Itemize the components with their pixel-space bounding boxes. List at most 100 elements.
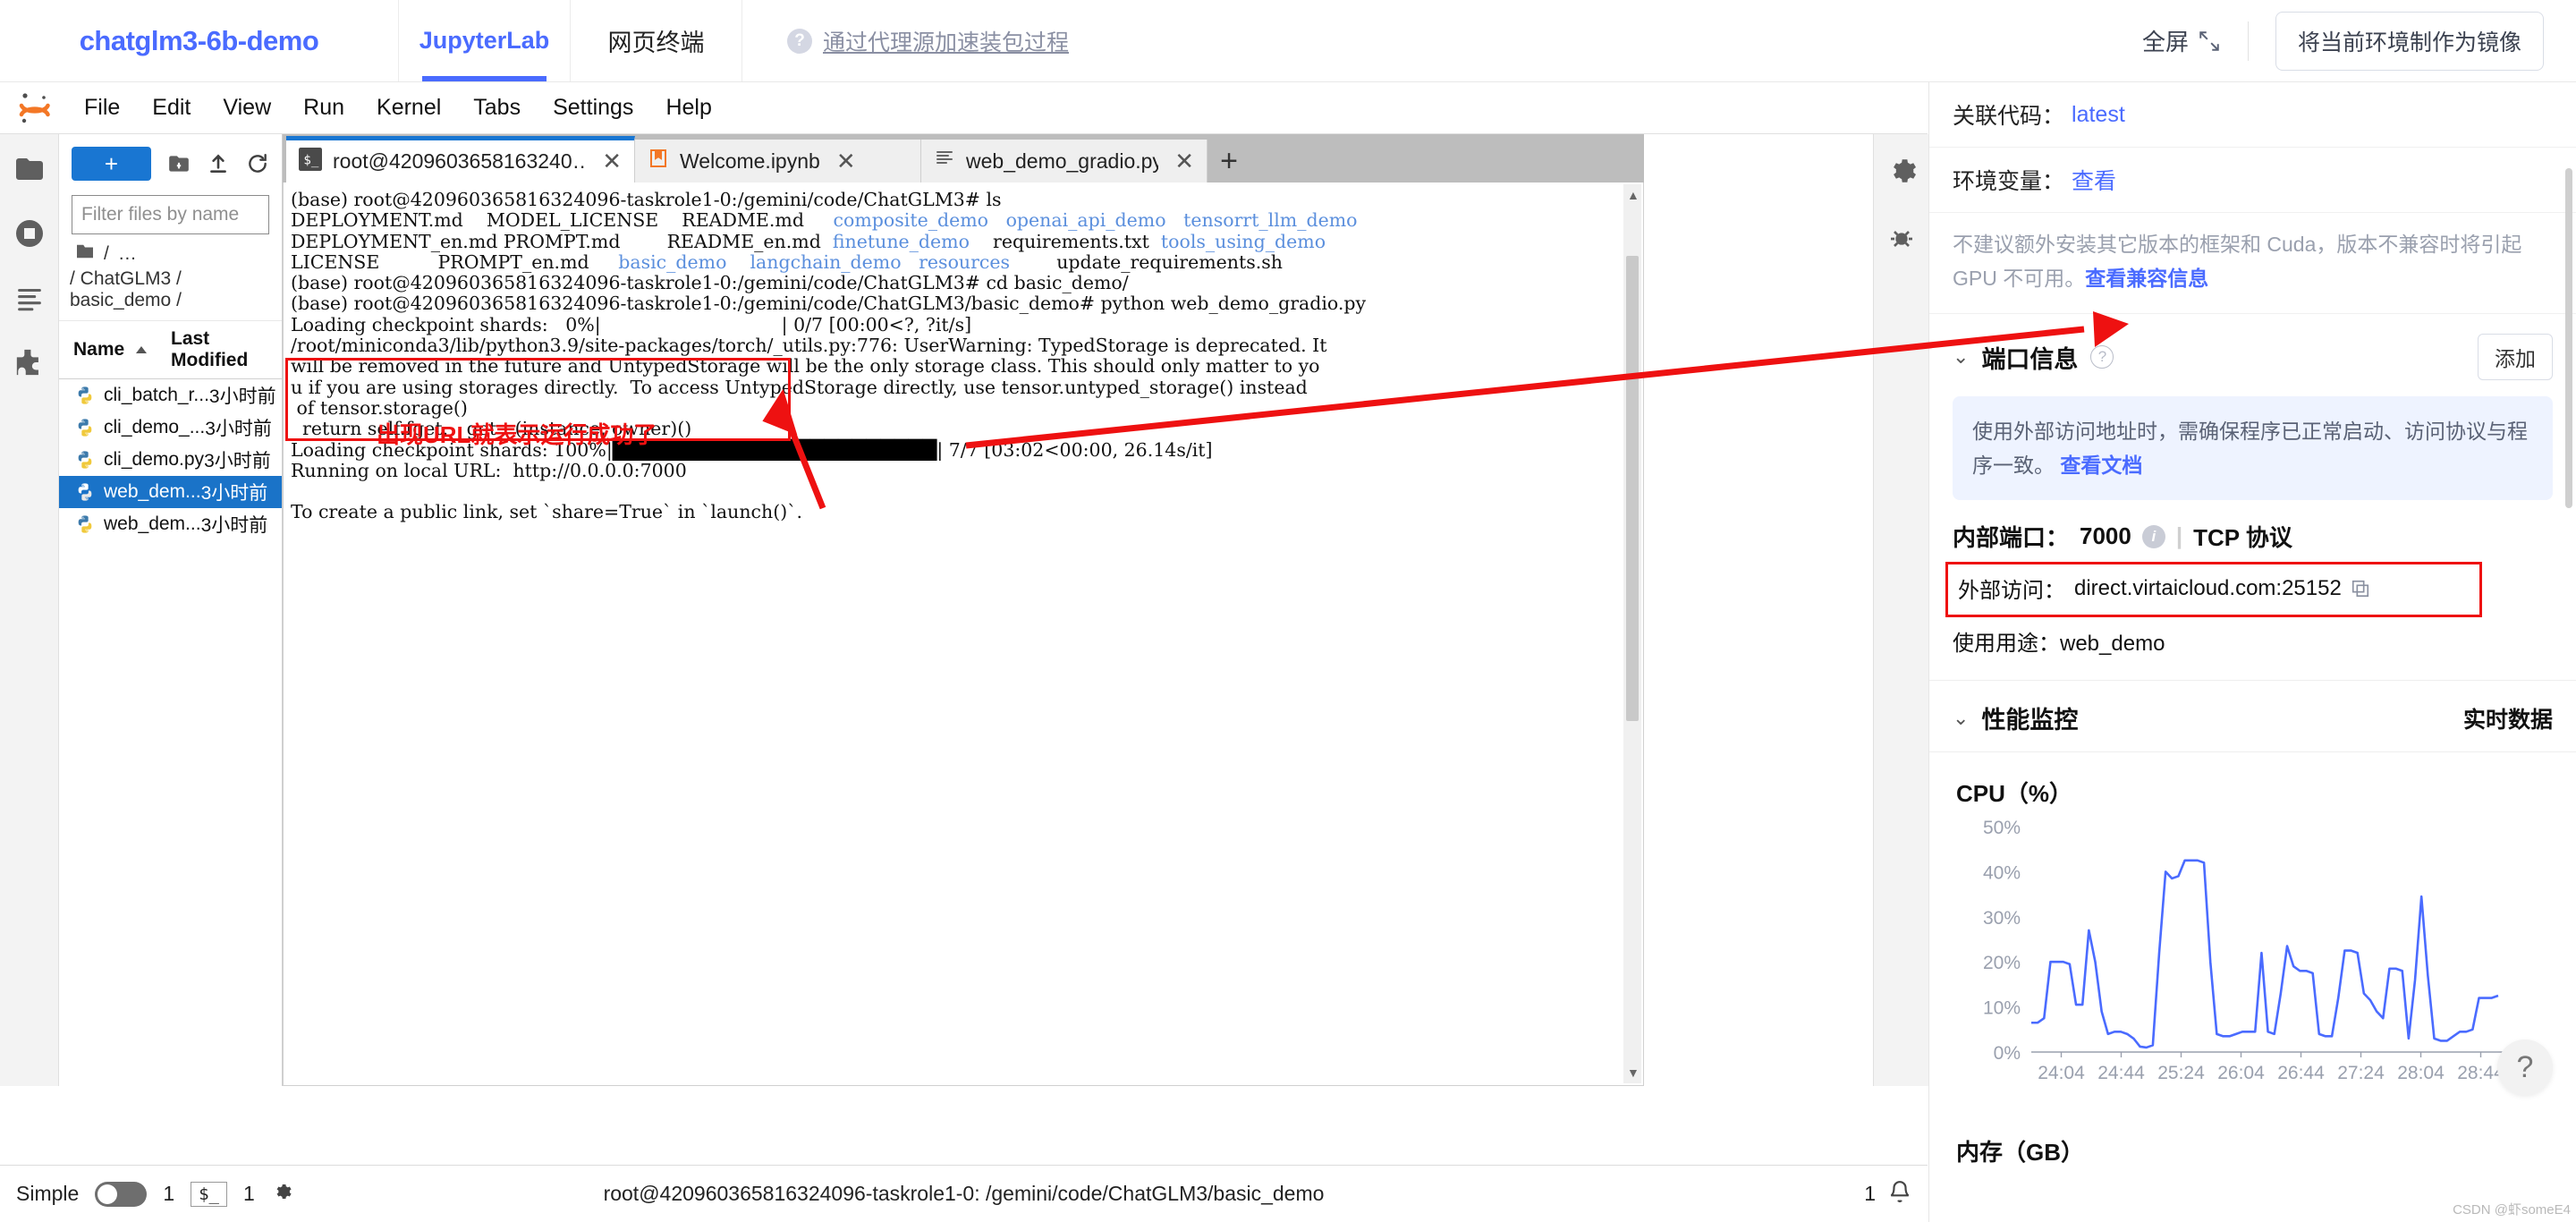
info-icon[interactable]: i: [2142, 525, 2165, 548]
terminal-line: DEPLOYMENT_en.md PROMPT.md README_en.md …: [291, 232, 1643, 252]
cpu-series-line: [2031, 861, 2498, 1048]
upload-icon[interactable]: [207, 151, 230, 176]
statusbar-count-right: 1: [243, 1182, 255, 1206]
column-header-name[interactable]: Name: [59, 328, 167, 371]
fullscreen-button[interactable]: 全屏: [2142, 24, 2221, 57]
list-item[interactable]: web_dem... 3小时前: [59, 508, 282, 540]
tab-web-demo-gradio[interactable]: web_demo_gradio.py ✕: [921, 140, 1208, 182]
terminal-badge-icon[interactable]: $_: [191, 1182, 227, 1207]
scrollbar-thumb[interactable]: [1626, 256, 1639, 721]
list-item[interactable]: cli_demo_... 3小时前: [59, 412, 282, 444]
close-icon[interactable]: ✕: [602, 148, 622, 175]
help-fab-button[interactable]: ?: [2497, 1040, 2553, 1095]
menu-tabs[interactable]: Tabs: [457, 91, 537, 124]
top-tab-jupyterlab[interactable]: JupyterLab: [399, 0, 571, 81]
menu-view[interactable]: View: [207, 91, 287, 124]
top-tab-webterminal[interactable]: 网页终端: [571, 0, 742, 81]
statusbar-left: Simple 1 $_ 1: [16, 1181, 292, 1208]
port-doc-link[interactable]: 查看文档: [2060, 454, 2142, 477]
sidebar-item-running[interactable]: [11, 215, 48, 252]
help-question-icon[interactable]: ?: [2090, 345, 2114, 369]
external-access-value[interactable]: direct.virtaicloud.com:25152: [2074, 576, 2342, 601]
simple-mode-toggle[interactable]: [95, 1182, 147, 1207]
new-tab-button[interactable]: +: [1208, 140, 1250, 182]
linked-code-value[interactable]: latest: [2072, 102, 2125, 128]
close-icon[interactable]: ✕: [836, 148, 856, 175]
linked-code-row: 关联代码： latest: [1929, 82, 2576, 148]
fullscreen-icon: [2198, 30, 2221, 53]
usage-row: 使用用途：web_demo: [1953, 625, 2553, 657]
scroll-down-arrow-icon[interactable]: ▼: [1627, 1065, 1640, 1080]
breadcrumb-path[interactable]: / ChatGLM3 / basic_demo /: [59, 265, 282, 320]
jupyter-left-activitybar: [0, 134, 59, 1086]
jupyter-main-area: $_ root@4209603658163240… ✕ Welcome.ipyn…: [283, 134, 1644, 1086]
proxy-note[interactable]: ? 通过代理源加速装包过程: [742, 0, 1069, 81]
sidebar-item-file-browser[interactable]: [11, 150, 48, 188]
list-item[interactable]: cli_demo.py 3小时前: [59, 444, 282, 476]
scrollbar-thumb[interactable]: [2565, 168, 2572, 508]
svg-text:$_: $_: [303, 153, 318, 167]
y-tick-label: 50%: [1983, 818, 2021, 838]
column-header-last-modified[interactable]: Last Modified: [167, 328, 282, 371]
property-inspector-icon[interactable]: [1883, 152, 1920, 190]
tab-terminal[interactable]: $_ root@4209603658163240… ✕: [286, 136, 635, 182]
close-icon[interactable]: ✕: [1174, 148, 1194, 175]
breadcrumb-root[interactable]: /: [104, 243, 109, 265]
top-tab-jupyterlab-label: JupyterLab: [419, 27, 550, 55]
breadcrumb[interactable]: / …: [59, 234, 282, 265]
new-folder-icon[interactable]: [167, 151, 191, 176]
list-item-selected[interactable]: web_dem... 3小时前: [59, 476, 282, 508]
cpu-chart: 0%10%20%30%40%50%24:0424:4425:2426:0426:…: [1956, 814, 2529, 1109]
file-filter-box[interactable]: [72, 195, 269, 234]
list-item[interactable]: cli_batch_r... 3小时前: [59, 379, 282, 412]
menu-settings[interactable]: Settings: [537, 91, 649, 124]
settings-gear-icon[interactable]: [271, 1181, 292, 1208]
copy-icon[interactable]: [2351, 579, 2370, 598]
env-var-label: 环境变量：: [1953, 164, 2064, 196]
menu-help[interactable]: Help: [649, 91, 727, 124]
env-var-view-link[interactable]: 查看: [2072, 164, 2116, 196]
add-port-button[interactable]: 添加: [2478, 334, 2553, 380]
menu-edit[interactable]: Edit: [136, 91, 207, 124]
sidebar-item-extensions[interactable]: [11, 344, 48, 381]
compat-info-link[interactable]: 查看兼容信息: [2085, 267, 2208, 290]
y-tick-label: 0%: [1994, 1043, 2021, 1064]
internal-port-row: 内部端口： 7000 i | TCP 协议: [1953, 520, 2553, 553]
terminal-panel[interactable]: (base) root@420960365816324096-taskrole1…: [283, 182, 1644, 1086]
terminal-line: To create a public link, set `share=True…: [291, 502, 1643, 522]
file-name: cli_demo_...: [104, 417, 205, 438]
x-tick-label: 24:04: [2038, 1063, 2085, 1083]
breadcrumb-ellipsis[interactable]: …: [118, 243, 137, 265]
debugger-icon[interactable]: [1883, 220, 1920, 258]
proxy-note-label: 通过代理源加速装包过程: [823, 25, 1069, 57]
sidebar-item-table-of-contents[interactable]: [11, 279, 48, 317]
tab-welcome-notebook[interactable]: Welcome.ipynb ✕: [635, 140, 921, 182]
chevron-down-icon[interactable]: ⌄: [1953, 345, 1969, 369]
external-access-row: 外部访问： direct.virtaicloud.com:25152: [1953, 562, 2553, 615]
file-list-header: Name Last Modified: [59, 320, 282, 379]
watermark: CSDN @虾someE4: [2453, 1200, 2571, 1218]
new-launcher-button[interactable]: +: [72, 147, 151, 181]
refresh-icon[interactable]: [246, 151, 269, 176]
make-image-button[interactable]: 将当前环境制作为镜像: [2275, 12, 2544, 71]
realtime-data-label[interactable]: 实时数据: [2463, 702, 2553, 734]
perf-section-title: 性能监控: [1981, 700, 2078, 735]
menu-file[interactable]: File: [68, 91, 136, 124]
usage-label: 使用用途：: [1953, 632, 2060, 656]
notification-bell-icon[interactable]: [1888, 1180, 1911, 1209]
scroll-up-arrow-icon[interactable]: ▲: [1627, 188, 1640, 202]
menu-run[interactable]: Run: [287, 91, 360, 124]
cuda-warning: 不建议额外安装其它版本的框架和 Cuda，版本不兼容时将引起 GPU 不可用。查…: [1929, 213, 2576, 314]
internal-port-label: 内部端口：: [1953, 520, 2069, 553]
terminal-icon: $_: [299, 148, 322, 176]
terminal-line: Running on local URL: http://0.0.0.0:700…: [291, 461, 1643, 481]
chevron-down-icon[interactable]: ⌄: [1953, 707, 1969, 730]
terminal-scrollbar[interactable]: ▲ ▼: [1623, 184, 1641, 1083]
y-tick-label: 40%: [1983, 862, 2021, 883]
right-panel-scrollbar[interactable]: [2565, 168, 2574, 1197]
folder-icon: [75, 243, 95, 265]
platform-right-panel: 关联代码： latest 环境变量： 查看 不建议额外安装其它版本的框架和 Cu…: [1928, 82, 2576, 1222]
menu-kernel[interactable]: Kernel: [360, 91, 457, 124]
python-file-icon: [75, 386, 95, 405]
terminal-line: will be removed in the future and Untype…: [291, 356, 1643, 377]
